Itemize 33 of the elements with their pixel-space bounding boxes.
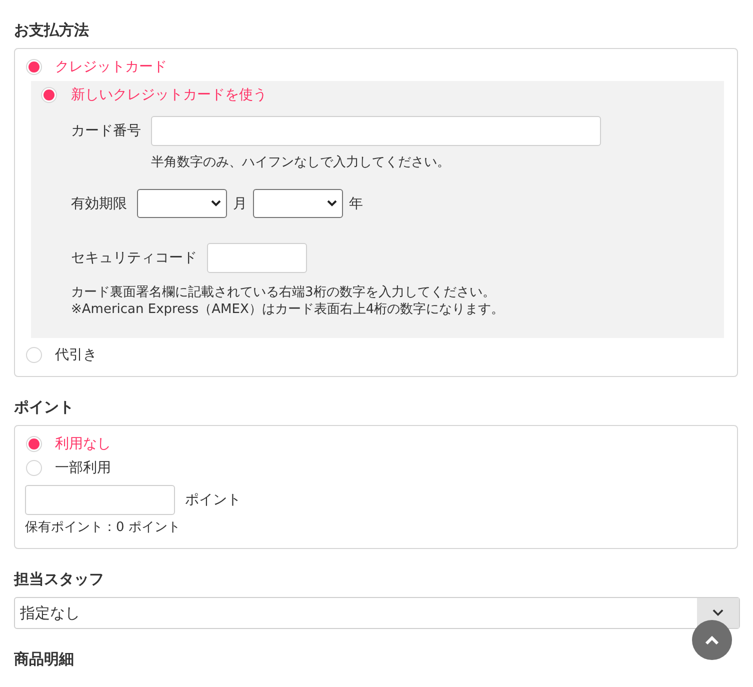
radio-button[interactable] xyxy=(26,59,42,75)
field-label: 有効期限 xyxy=(71,194,127,214)
unit-label: 月 xyxy=(233,194,247,214)
year-select[interactable] xyxy=(253,189,343,218)
security-code-field[interactable] xyxy=(207,243,307,273)
chevron-down-icon xyxy=(327,200,337,207)
section-heading: お支払方法 xyxy=(14,20,89,40)
hint-text: 半角数字のみ、ハイフンなしで入力してください。 xyxy=(151,154,451,172)
radio-button[interactable] xyxy=(26,347,42,363)
section-heading: ポイント xyxy=(14,397,74,417)
field-label: カード番号 xyxy=(71,122,141,141)
radio-button[interactable] xyxy=(26,436,42,452)
radio-button[interactable] xyxy=(41,87,57,103)
option-label[interactable]: 利用なし xyxy=(55,434,111,454)
points-balance-text: 保有ポイント：0 ポイント xyxy=(25,519,180,537)
unit-label: ポイント xyxy=(185,491,241,510)
option-label[interactable]: クレジットカード xyxy=(55,57,167,77)
option-label[interactable]: 代引き xyxy=(55,345,97,365)
field-label: セキュリティコード xyxy=(71,249,197,268)
unit-label: 年 xyxy=(349,194,363,214)
card-number-field[interactable] xyxy=(151,116,601,146)
scroll-to-top-button[interactable] xyxy=(692,620,732,660)
chevron-down-icon xyxy=(211,200,221,207)
chevron-up-icon xyxy=(705,636,719,644)
points-amount-field[interactable] xyxy=(25,485,175,515)
section-heading: 商品明細 xyxy=(14,649,74,669)
radio-button[interactable] xyxy=(26,460,42,476)
staff-select[interactable]: 指定なし xyxy=(14,597,740,629)
note-text: ※American Express（AMEX）はカード表面右上4桁の数字になります。 xyxy=(71,301,504,318)
note-text: カード裏面署名欄に記載されている右端3桁の数字を入力してください。 xyxy=(71,284,496,301)
section-heading: 担当スタッフ xyxy=(14,569,104,589)
month-select[interactable] xyxy=(137,189,227,218)
option-label[interactable]: 一部利用 xyxy=(55,458,111,478)
